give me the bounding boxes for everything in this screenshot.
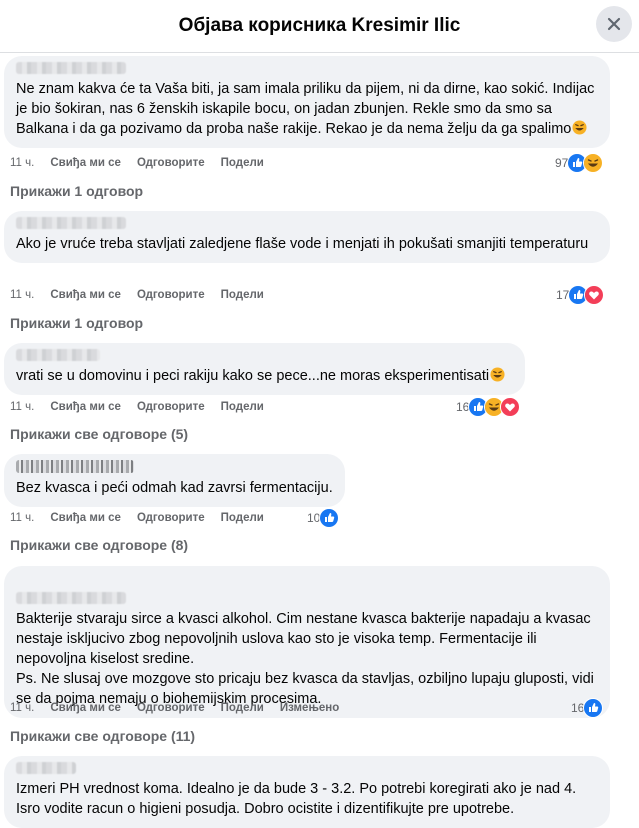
comment-time[interactable]: 11 ч. bbox=[10, 702, 34, 714]
like-reaction-icon bbox=[583, 698, 604, 718]
dialog-header: Објава корисника Kresimir Ilic bbox=[0, 0, 639, 53]
comment-time[interactable]: 11 ч. bbox=[10, 157, 34, 169]
comment: Bakterije stvaraju sirce a kvasci alkoho… bbox=[4, 566, 610, 718]
comment-bubble: Bakterije stvaraju sirce a kvasci alkoho… bbox=[4, 566, 610, 718]
reaction-summary[interactable]: 16 bbox=[571, 698, 604, 718]
comment-text: Izmeri PH vrednost koma. Idealno je da b… bbox=[16, 781, 577, 817]
love-reaction-icon bbox=[584, 285, 605, 305]
laugh-emoji-icon bbox=[490, 367, 505, 382]
comment-bubble: Ne znam kakva će ta Vaša biti, ja sam im… bbox=[4, 56, 610, 148]
share-button[interactable]: Подели bbox=[221, 702, 264, 714]
reaction-count: 17 bbox=[556, 288, 570, 302]
show-replies-link[interactable]: Прикажи све одговоре (11) bbox=[10, 728, 195, 744]
comment-bubble: Bez kvasca i peći odmah kad zavrsi ferme… bbox=[4, 454, 345, 507]
comment: Bez kvasca i peći odmah kad zavrsi ferme… bbox=[4, 454, 345, 507]
comment-text: Bakterije stvaraju sirce a kvasci alkoho… bbox=[16, 611, 594, 707]
show-replies-link[interactable]: Прикажи 1 одговор bbox=[10, 183, 143, 199]
reaction-count: 10 bbox=[307, 511, 321, 525]
comment-actions: 11 ч. Свиђа ми се Одговорите Подели Изме… bbox=[10, 700, 355, 716]
show-replies-link[interactable]: Прикажи све одговоре (8) bbox=[10, 537, 188, 553]
author-name-redacted[interactable] bbox=[16, 62, 126, 74]
comment-bubble: vrati se u domovinu i peci rakiju kako s… bbox=[4, 343, 525, 395]
reaction-summary[interactable]: 16 bbox=[456, 397, 521, 417]
reaction-summary[interactable]: 97 bbox=[555, 153, 604, 173]
dialog-title: Објава корисника Kresimir Ilic bbox=[178, 15, 461, 36]
comment-time[interactable]: 11 ч. bbox=[10, 401, 34, 413]
close-icon bbox=[607, 17, 621, 31]
like-button[interactable]: Свиђа ми се bbox=[50, 289, 121, 301]
comment-text: Ne znam kakva će ta Vaša biti, ja sam im… bbox=[16, 81, 595, 137]
reply-button[interactable]: Одговорите bbox=[137, 157, 205, 169]
comment: vrati se u domovinu i peci rakiju kako s… bbox=[4, 343, 525, 395]
reply-button[interactable]: Одговорите bbox=[137, 401, 205, 413]
comment-bubble: Izmeri PH vrednost koma. Idealno je da b… bbox=[4, 756, 610, 828]
share-button[interactable]: Подели bbox=[221, 512, 264, 524]
comment: Ne znam kakva će ta Vaša biti, ja sam im… bbox=[4, 56, 610, 148]
show-replies-link[interactable]: Прикажи све одговоре (5) bbox=[10, 426, 188, 442]
like-button[interactable]: Свиђа ми се bbox=[50, 401, 121, 413]
share-button[interactable]: Подели bbox=[221, 289, 264, 301]
like-reaction-icon bbox=[319, 508, 340, 528]
reply-button[interactable]: Одговорите bbox=[137, 289, 205, 301]
reply-button[interactable]: Одговорите bbox=[137, 512, 205, 524]
show-replies-link[interactable]: Прикажи 1 одговор bbox=[10, 315, 143, 331]
reaction-count: 16 bbox=[571, 701, 585, 715]
like-button[interactable]: Свиђа ми се bbox=[50, 512, 121, 524]
close-button[interactable] bbox=[596, 6, 632, 42]
comment-text: Ako je vruće treba stavljati zaledjene f… bbox=[16, 236, 589, 252]
comment: Ako je vruće treba stavljati zaledjene f… bbox=[4, 211, 610, 263]
like-button[interactable]: Свиђа ми се bbox=[50, 157, 121, 169]
author-name-redacted[interactable] bbox=[16, 349, 100, 361]
comment-text: vrati se u domovinu i peci rakiju kako s… bbox=[16, 368, 490, 384]
comment-bubble: Ako je vruće treba stavljati zaledjene f… bbox=[4, 211, 610, 263]
reply-button[interactable]: Одговорите bbox=[137, 702, 205, 714]
edited-label: Измењено bbox=[279, 702, 340, 714]
comment-actions: 11 ч. Свиђа ми се Одговорите Подели bbox=[10, 155, 280, 171]
author-name-redacted[interactable] bbox=[16, 217, 126, 229]
comment-time[interactable]: 11 ч. bbox=[10, 512, 34, 524]
share-button[interactable]: Подели bbox=[221, 401, 264, 413]
comment-time[interactable]: 11 ч. bbox=[10, 289, 34, 301]
comment: Izmeri PH vrednost koma. Idealno je da b… bbox=[4, 756, 610, 828]
comment-actions: 11 ч. Свиђа ми се Одговорите Подели bbox=[10, 287, 280, 303]
like-button[interactable]: Свиђа ми се bbox=[50, 702, 121, 714]
comment-text: Bez kvasca i peći odmah kad zavrsi ferme… bbox=[16, 480, 333, 496]
reaction-count: 16 bbox=[456, 400, 470, 414]
laugh-emoji-icon bbox=[572, 120, 587, 135]
comment-actions: 11 ч. Свиђа ми се Одговорите Подели bbox=[10, 510, 280, 526]
author-name-redacted[interactable] bbox=[16, 460, 134, 473]
reaction-count: 97 bbox=[555, 156, 569, 170]
haha-reaction-icon bbox=[583, 153, 604, 173]
reaction-summary[interactable]: 10 bbox=[307, 508, 340, 528]
reaction-summary[interactable]: 17 bbox=[556, 285, 605, 305]
love-reaction-icon bbox=[500, 397, 521, 417]
author-name-redacted[interactable] bbox=[16, 592, 126, 604]
comment-actions: 11 ч. Свиђа ми се Одговорите Подели bbox=[10, 399, 280, 415]
share-button[interactable]: Подели bbox=[221, 157, 264, 169]
author-name-redacted[interactable] bbox=[16, 762, 76, 774]
